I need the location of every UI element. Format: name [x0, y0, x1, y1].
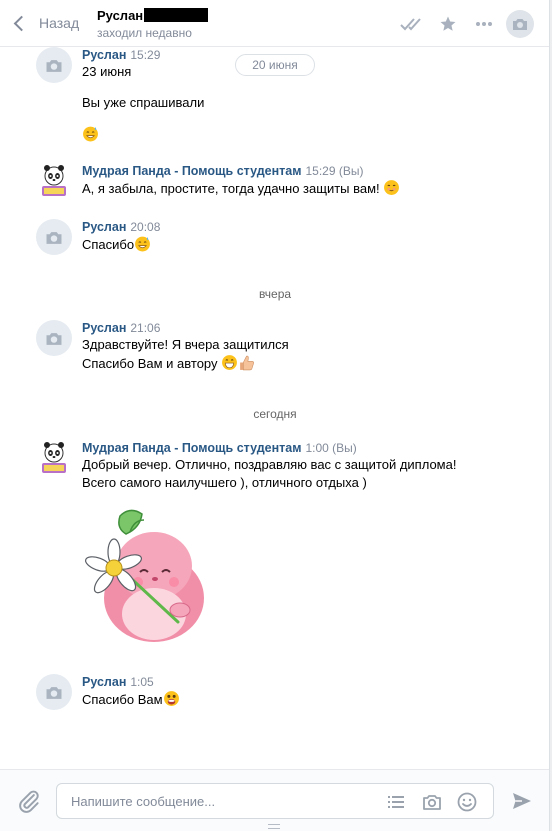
message-time[interactable]: 15:29	[130, 48, 160, 62]
message-time[interactable]: 1:05	[130, 675, 153, 689]
message-text: Вы уже спрашивали	[82, 95, 205, 110]
peer-info[interactable]: Руслан заходил недавно	[97, 6, 209, 40]
message-text: Спасибо	[82, 237, 135, 252]
peer-status: заходил недавно	[97, 26, 192, 40]
message-text: Добрый вечер. Отлично, поздравляю вас с …	[82, 457, 457, 472]
list-icon	[388, 796, 404, 808]
day-separator: сегодня	[253, 407, 297, 421]
avatar[interactable]	[36, 320, 72, 356]
day-separator: вчера	[258, 287, 292, 301]
camera-icon	[46, 59, 62, 72]
peer-name: Руслан	[97, 7, 144, 23]
camera-icon	[46, 686, 62, 699]
message-author[interactable]: Руслан	[82, 321, 126, 335]
avatar[interactable]	[36, 47, 72, 83]
message-composer: Напишите сообщение...	[0, 769, 549, 831]
chevron-left-icon	[13, 15, 30, 31]
message-author[interactable]: Мудрая Панда - Помощь студентам	[82, 441, 301, 455]
send-arrow-icon	[513, 793, 531, 809]
message-author[interactable]: Мудрая Панда - Помощь студентам	[82, 164, 301, 178]
avatar[interactable]	[36, 219, 72, 255]
message-text: Всего самого наилучшего ), отличного отд…	[82, 475, 367, 490]
chat-window: Назад Руслан заходил недавно 20 июня Рус…	[0, 0, 550, 831]
sweat-smile-emoji-icon	[83, 126, 98, 142]
camera-icon	[46, 332, 62, 345]
panda-icon	[42, 165, 66, 196]
surprised-emoji-icon	[163, 691, 179, 706]
message-time[interactable]: 1:00 (Вы)	[305, 441, 356, 455]
send-button[interactable]	[511, 790, 533, 812]
message-text: Спасибо Вам	[82, 692, 163, 707]
attach-button[interactable]	[16, 788, 42, 814]
camera-icon	[46, 231, 62, 244]
panda-avatar[interactable]	[36, 440, 72, 476]
thumbs-up-emoji-icon	[240, 355, 255, 371]
hamster-flower-sticker-icon	[85, 509, 204, 642]
smile-emoji-icon	[384, 180, 400, 195]
back-button[interactable]: Назад	[12, 12, 79, 34]
message-input[interactable]: Напишите сообщение...	[56, 783, 494, 819]
paperclip-icon	[19, 790, 39, 813]
message-feed[interactable]: 20 июня Руслан 15:29 23 июня Вы уже спраш…	[0, 47, 549, 769]
message-text: Спасибо Вам и автору	[82, 356, 218, 371]
smile-icon	[457, 792, 477, 812]
camera-icon	[423, 795, 441, 810]
message-time[interactable]: 15:29 (Вы)	[305, 164, 363, 178]
star-icon	[440, 16, 456, 31]
message-author[interactable]: Руслан	[82, 48, 126, 62]
emoji-button[interactable]	[456, 791, 478, 813]
grin-emoji-icon	[222, 355, 238, 370]
message-text: А, я забыла, простите, тогда удачно защи…	[82, 181, 380, 196]
attach-photo-button[interactable]	[421, 791, 443, 813]
message-author[interactable]: Руслан	[82, 675, 126, 689]
redaction-bar	[144, 8, 209, 22]
resize-grip[interactable]	[268, 824, 280, 829]
panda-icon	[42, 442, 66, 473]
more-dots-icon	[476, 21, 492, 26]
message-time[interactable]: 21:06	[130, 321, 160, 335]
sticker[interactable]	[82, 506, 212, 646]
message-input-placeholder: Напишите сообщение...	[71, 794, 216, 809]
mark-read-button[interactable]	[394, 6, 430, 42]
message-time[interactable]: 20:08	[130, 220, 160, 234]
peer-avatar[interactable]	[506, 9, 534, 38]
more-button[interactable]	[466, 6, 502, 42]
templates-button[interactable]	[385, 791, 407, 813]
back-label: Назад	[39, 15, 80, 31]
message-text: 23 июня	[82, 64, 132, 79]
avatar[interactable]	[36, 674, 72, 710]
message-author[interactable]: Руслан	[82, 220, 126, 234]
favorite-button[interactable]	[430, 6, 466, 42]
sweat-smile-emoji-icon	[135, 236, 151, 252]
message-text: Здравствуйте! Я вчера защитился	[82, 337, 289, 352]
chat-header: Назад Руслан заходил недавно	[0, 0, 549, 47]
double-check-icon	[400, 17, 421, 30]
panda-avatar[interactable]	[36, 163, 72, 199]
camera-icon	[513, 18, 527, 30]
